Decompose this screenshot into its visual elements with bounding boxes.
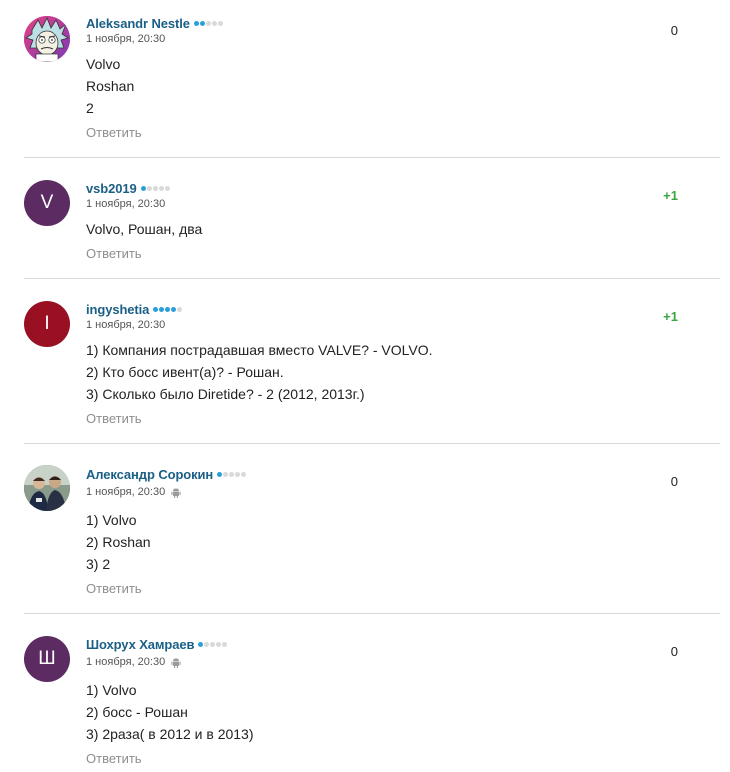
rating-dot	[222, 641, 228, 647]
comment-body: Volvo, Рошан, два	[86, 218, 202, 240]
comment-meta: 1 ноября, 20:30	[86, 198, 165, 210]
comment-header: ingyshetia	[86, 301, 183, 317]
comment: I ingyshetia 1 ноября, 20:30 1) Компания…	[0, 279, 720, 443]
avatar-letter: V	[40, 192, 54, 213]
comment-meta: 1 ноября, 20:30	[86, 486, 181, 498]
comment-time: 1 ноября, 20:30	[86, 656, 166, 668]
rating-dot	[193, 20, 199, 26]
rating-dot	[146, 185, 152, 191]
comment-score: +1	[663, 188, 678, 203]
rating-dot	[217, 20, 223, 26]
rating-dot	[171, 306, 177, 312]
rating-dot	[152, 185, 158, 191]
comment-line: 3) 2	[86, 556, 111, 572]
photo-avatar-icon	[24, 465, 70, 511]
comment-line: 2) босс - Рошан	[86, 704, 188, 720]
author-name[interactable]: Александр Сорокин	[86, 467, 213, 482]
rating-dot	[211, 20, 217, 26]
reply-link[interactable]: Ответить	[86, 411, 142, 426]
rating-dot	[165, 306, 171, 312]
comment-header: Александр Сорокин	[86, 466, 247, 482]
author-name[interactable]: Шохрух Хамраев	[86, 637, 195, 652]
author-name[interactable]: vsb2019	[86, 181, 137, 196]
avatar[interactable]: Ш	[24, 636, 70, 682]
comment-score: 0	[670, 474, 678, 489]
rating-dot	[158, 185, 164, 191]
comment-line: Volvo	[86, 56, 121, 72]
comment-body: Volvo Roshan 2	[86, 53, 134, 119]
comment-line: 1) Компания пострадавшая вместо VALVE? -…	[86, 342, 433, 358]
rating-dot	[159, 306, 165, 312]
rating-dots	[140, 185, 170, 191]
android-icon	[171, 658, 181, 668]
reply-link[interactable]: Ответить	[86, 125, 142, 140]
rating-dot	[140, 185, 146, 191]
comment: Александр Сорокин 1 ноября, 20:30 1) Vol…	[0, 444, 720, 613]
comment-meta: 1 ноября, 20:30	[86, 656, 181, 668]
rating-dot	[241, 471, 247, 477]
rick-cartoon-avatar-icon	[24, 16, 70, 62]
comment-line: 2) Roshan	[86, 534, 151, 550]
rating-dot	[198, 641, 204, 647]
comment-line: Volvo, Рошан, два	[86, 221, 203, 237]
author-name[interactable]: Aleksandr Nestle	[86, 16, 190, 31]
comment-line: 1) Volvo	[86, 682, 137, 698]
avatar[interactable]	[24, 16, 70, 62]
rating-dot	[223, 471, 229, 477]
avatar-letter: Ш	[38, 648, 56, 669]
comment-time: 1 ноября, 20:30	[86, 319, 166, 331]
comment-line: 1) Volvo	[86, 512, 137, 528]
rating-dot	[199, 20, 205, 26]
avatar[interactable]	[24, 465, 70, 511]
rating-dot	[235, 471, 241, 477]
rating-dot	[153, 306, 159, 312]
comment-header: Aleksandr Nestle	[86, 15, 223, 31]
comment-score: 0	[670, 23, 678, 38]
rating-dot	[204, 641, 210, 647]
android-icon	[171, 488, 181, 498]
rating-dot	[205, 20, 211, 26]
comment: V vsb2019 1 ноября, 20:30 Volvo, Рошан, …	[0, 158, 720, 278]
author-name[interactable]: ingyshetia	[86, 302, 149, 317]
reply-link[interactable]: Ответить	[86, 246, 142, 261]
rating-dots	[193, 20, 223, 26]
rating-dot	[229, 471, 235, 477]
rating-dot	[164, 185, 170, 191]
avatar[interactable]: I	[24, 301, 70, 347]
avatar-letter: I	[44, 313, 50, 334]
comment-time: 1 ноября, 20:30	[86, 33, 166, 45]
comment-score: 0	[670, 644, 678, 659]
comment-header: vsb2019	[86, 180, 170, 196]
comment-meta: 1 ноября, 20:30	[86, 33, 165, 45]
comment-score: +1	[663, 309, 678, 324]
comment-line: 2) Кто босс ивент(а)? - Рошан.	[86, 364, 284, 380]
rating-dot	[216, 641, 222, 647]
comment-line: 3) Сколько было Diretide? - 2 (2012, 201…	[86, 386, 365, 402]
reply-link[interactable]: Ответить	[86, 581, 142, 596]
rating-dots	[198, 641, 228, 647]
reply-link[interactable]: Ответить	[86, 751, 142, 766]
avatar[interactable]: V	[24, 180, 70, 226]
comment-body: 1) Volvo 2) Roshan 3) 2	[86, 509, 151, 575]
comment-body: 1) Компания пострадавшая вместо VALVE? -…	[86, 339, 433, 405]
rating-dot	[217, 471, 223, 477]
comment-line: Roshan	[86, 78, 135, 94]
comment: Ш Шохрух Хамраев 1 ноября, 20:30 1) Volv…	[0, 614, 720, 772]
comment-time: 1 ноября, 20:30	[86, 198, 166, 210]
comment-time: 1 ноября, 20:30	[86, 486, 166, 498]
rating-dots	[217, 471, 247, 477]
comment: Aleksandr Nestle 1 ноября, 20:30 Volvo R…	[0, 0, 720, 157]
rating-dot	[210, 641, 216, 647]
comment-line: 3) 2раза( в 2012 и в 2013)	[86, 726, 254, 742]
comments-list: Aleksandr Nestle 1 ноября, 20:30 Volvo R…	[0, 0, 730, 772]
comment-line: 2	[86, 100, 94, 116]
rating-dots	[153, 306, 183, 312]
rating-dot	[177, 306, 183, 312]
comment-header: Шохрух Хамраев	[86, 636, 228, 652]
comment-body: 1) Volvo 2) босс - Рошан 3) 2раза( в 201…	[86, 679, 254, 745]
comment-meta: 1 ноября, 20:30	[86, 319, 165, 331]
